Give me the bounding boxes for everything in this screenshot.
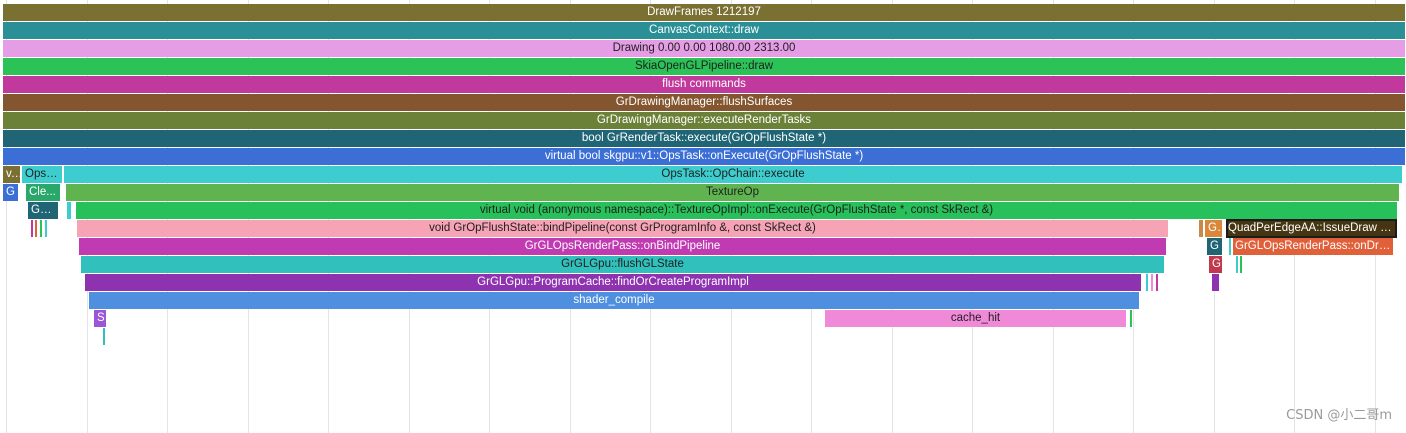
slice-tick[interactable] bbox=[1212, 274, 1219, 291]
slice-tick[interactable] bbox=[1236, 256, 1238, 273]
slice-tick[interactable] bbox=[1156, 274, 1158, 291]
slice-g-short-2[interactable]: G bbox=[1207, 238, 1222, 255]
slice-shader-compile[interactable]: shader_compile bbox=[89, 292, 1139, 309]
slice-draw-frames[interactable]: DrawFrames 1212197 bbox=[3, 4, 1405, 21]
slice-g-short[interactable]: G bbox=[3, 184, 18, 201]
slice-quad-issue-draw-selected[interactable]: QuadPerEdgeAA::IssueDraw kT... bbox=[1226, 219, 1397, 238]
slice-tick[interactable] bbox=[31, 220, 33, 237]
slice-bind-pipeline[interactable]: void GrOpFlushState::bindPipeline(const … bbox=[77, 220, 1168, 237]
slice-grg-short[interactable]: GrG... bbox=[28, 202, 58, 219]
flame-chart: DrawFrames 1212197 CanvasContext::draw D… bbox=[0, 0, 1406, 433]
slice-tick[interactable] bbox=[103, 328, 105, 345]
slice-s-short[interactable]: S bbox=[94, 310, 106, 327]
slice-find-or-create-program-impl[interactable]: GrGLGpu::ProgramCache::findOrCreateProgr… bbox=[85, 274, 1141, 291]
slice-tick[interactable] bbox=[67, 202, 71, 219]
slice-cache-hit[interactable]: cache_hit bbox=[825, 310, 1126, 327]
csdn-watermark: CSDN @小二哥m bbox=[1286, 408, 1392, 423]
slice-g-short-3[interactable]: G bbox=[1209, 256, 1222, 273]
slice-tick[interactable] bbox=[1151, 274, 1153, 291]
slice-texture-op-impl-on-execute[interactable]: virtual void (anonymous namespace)::Text… bbox=[76, 202, 1397, 219]
slice-tick[interactable] bbox=[1240, 256, 1242, 273]
slice-tick[interactable] bbox=[1130, 310, 1132, 327]
slice-op-chain-execute[interactable]: OpsTask::OpChain::execute bbox=[64, 166, 1402, 183]
slice-render-task-execute[interactable]: bool GrRenderTask::execute(GrOpFlushStat… bbox=[3, 130, 1405, 147]
slice-execute-render-tasks[interactable]: GrDrawingManager::executeRenderTasks bbox=[3, 112, 1405, 129]
slice-flush-gl-state[interactable]: GrGLGpu::flushGLState bbox=[81, 256, 1164, 273]
slice-drawing[interactable]: Drawing 0.00 0.00 1080.00 2313.00 bbox=[3, 40, 1405, 57]
slice-canvas-context-draw[interactable]: CanvasContext::draw bbox=[3, 22, 1405, 39]
slice-ops-task-on-execute[interactable]: virtual bool skgpu::v1::OpsTask::onExecu… bbox=[3, 148, 1405, 165]
slice-render-pass-on-draw[interactable]: GrGLOpsRenderPass::onDraw bbox=[1233, 238, 1393, 255]
slice-cle-short[interactable]: Cle... bbox=[26, 184, 60, 201]
slice-g-dots-short[interactable]: G... bbox=[1205, 220, 1222, 237]
slice-tick[interactable] bbox=[1229, 238, 1231, 255]
slice-v-short[interactable]: v... bbox=[3, 166, 20, 183]
slice-tick[interactable] bbox=[1199, 220, 1203, 237]
slice-tick[interactable] bbox=[35, 220, 37, 237]
slice-texture-op[interactable]: TextureOp bbox=[66, 184, 1399, 201]
slice-tick[interactable] bbox=[45, 220, 47, 237]
slice-tick[interactable] bbox=[1146, 274, 1148, 291]
slice-render-pass-on-bind-pipeline[interactable]: GrGLOpsRenderPass::onBindPipeline bbox=[79, 238, 1166, 255]
slice-opst-short[interactable]: OpsT... bbox=[22, 166, 62, 183]
slice-tick[interactable] bbox=[40, 220, 42, 237]
slice-skia-opengl-pipeline-draw[interactable]: SkiaOpenGLPipeline::draw bbox=[3, 58, 1405, 75]
slice-flush-commands[interactable]: flush commands bbox=[3, 76, 1405, 93]
slice-flush-surfaces[interactable]: GrDrawingManager::flushSurfaces bbox=[3, 94, 1405, 111]
